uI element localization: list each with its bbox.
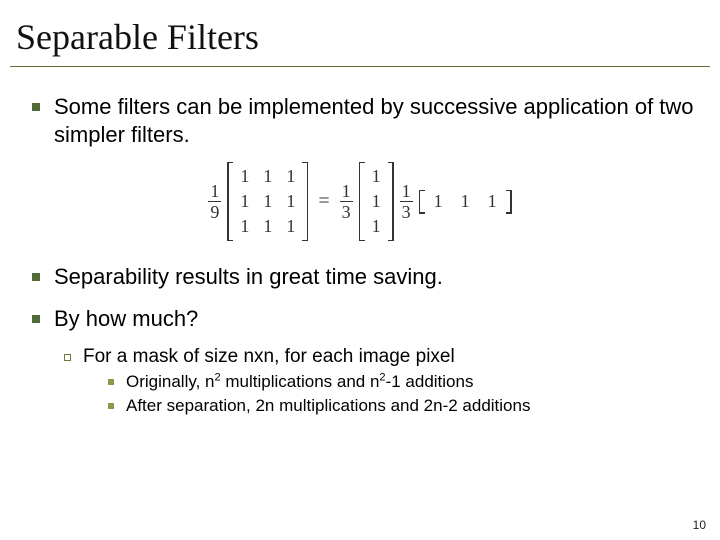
bullet-text: By how much? <box>54 305 198 333</box>
matrix-cell: 1 <box>372 166 381 187</box>
fraction-numerator: 1 <box>208 182 221 201</box>
fraction-numerator: 1 <box>400 182 413 201</box>
fraction-1-9: 1 9 <box>208 182 221 221</box>
bullet-square-icon <box>32 103 40 111</box>
fraction-1-3a: 1 3 <box>340 182 353 221</box>
bullet-square-icon <box>32 273 40 281</box>
matrix-cell: 1 <box>461 191 470 212</box>
bracket-right-icon <box>301 162 308 241</box>
bullet-small-square-icon <box>108 403 114 409</box>
bullet-small-square-icon <box>108 379 114 385</box>
fraction-1-3b: 1 3 <box>400 182 413 221</box>
bullet-level2: For a mask of size nxn, for each image p… <box>64 346 710 368</box>
matrix-cell: 1 <box>286 191 295 212</box>
matrix-cell: 1 <box>372 191 381 212</box>
vector-cells: 1 1 1 <box>366 162 387 241</box>
matrix-cell: 1 <box>240 216 249 237</box>
equals-sign: = <box>314 190 333 213</box>
matrix-cell: 1 <box>286 166 295 187</box>
matrix-cell: 1 <box>372 216 381 237</box>
bullet-text: Some filters can be implemented by succe… <box>54 93 710 148</box>
text-fragment: multiplications and n <box>221 372 380 391</box>
bullet-level1: By how much? <box>32 305 710 333</box>
fraction-numerator: 1 <box>340 182 353 201</box>
bullet-text: Separability results in great time savin… <box>54 263 443 291</box>
matrix-cell: 1 <box>488 191 497 212</box>
equation: 1 9 1 1 1 1 1 1 1 1 1 = <box>208 162 511 241</box>
matrix-cell: 1 <box>263 191 272 212</box>
bullet-outline-square-icon <box>64 354 71 361</box>
bullet-text: After separation, 2n multiplications and… <box>126 396 530 416</box>
fraction-denominator: 3 <box>400 201 413 221</box>
matrix-3x3: 1 1 1 1 1 1 1 1 1 <box>227 162 308 241</box>
fraction-denominator: 3 <box>340 201 353 221</box>
matrix-cell: 1 <box>263 166 272 187</box>
text-fragment: Originally, n <box>126 372 215 391</box>
bracket-left-icon <box>419 190 426 214</box>
bullet-level1: Separability results in great time savin… <box>32 263 710 291</box>
fraction-denominator: 9 <box>208 201 221 221</box>
matrix-cell: 1 <box>434 191 443 212</box>
bracket-left-icon <box>227 162 234 241</box>
bullet-square-icon <box>32 315 40 323</box>
title-underline: Separable Filters <box>10 12 710 67</box>
bracket-right-icon <box>505 190 512 214</box>
slide: Separable Filters Some filters can be im… <box>0 0 720 540</box>
row-vector: 1 1 1 <box>419 189 512 214</box>
bullet-level1: Some filters can be implemented by succe… <box>32 93 710 148</box>
text-fragment: -1 additions <box>386 372 474 391</box>
matrix-cells: 1 1 1 1 1 1 1 1 1 <box>234 162 301 241</box>
matrix-cell: 1 <box>286 216 295 237</box>
bullet-text: For a mask of size nxn, for each image p… <box>83 346 455 368</box>
page-number: 10 <box>693 518 706 532</box>
slide-title: Separable Filters <box>16 16 704 58</box>
column-vector: 1 1 1 <box>359 162 394 241</box>
bullet-text: Originally, n2 multiplications and n2-1 … <box>126 372 473 392</box>
bullet-level3: Originally, n2 multiplications and n2-1 … <box>108 372 710 392</box>
matrix-cell: 1 <box>263 216 272 237</box>
bullet-level3: After separation, 2n multiplications and… <box>108 396 710 416</box>
matrix-cell: 1 <box>240 166 249 187</box>
matrix-cell: 1 <box>240 191 249 212</box>
bracket-left-icon <box>359 162 366 241</box>
row-cells: 1 1 1 <box>426 189 505 214</box>
bracket-right-icon <box>387 162 394 241</box>
equation-block: 1 9 1 1 1 1 1 1 1 1 1 = <box>10 162 710 241</box>
